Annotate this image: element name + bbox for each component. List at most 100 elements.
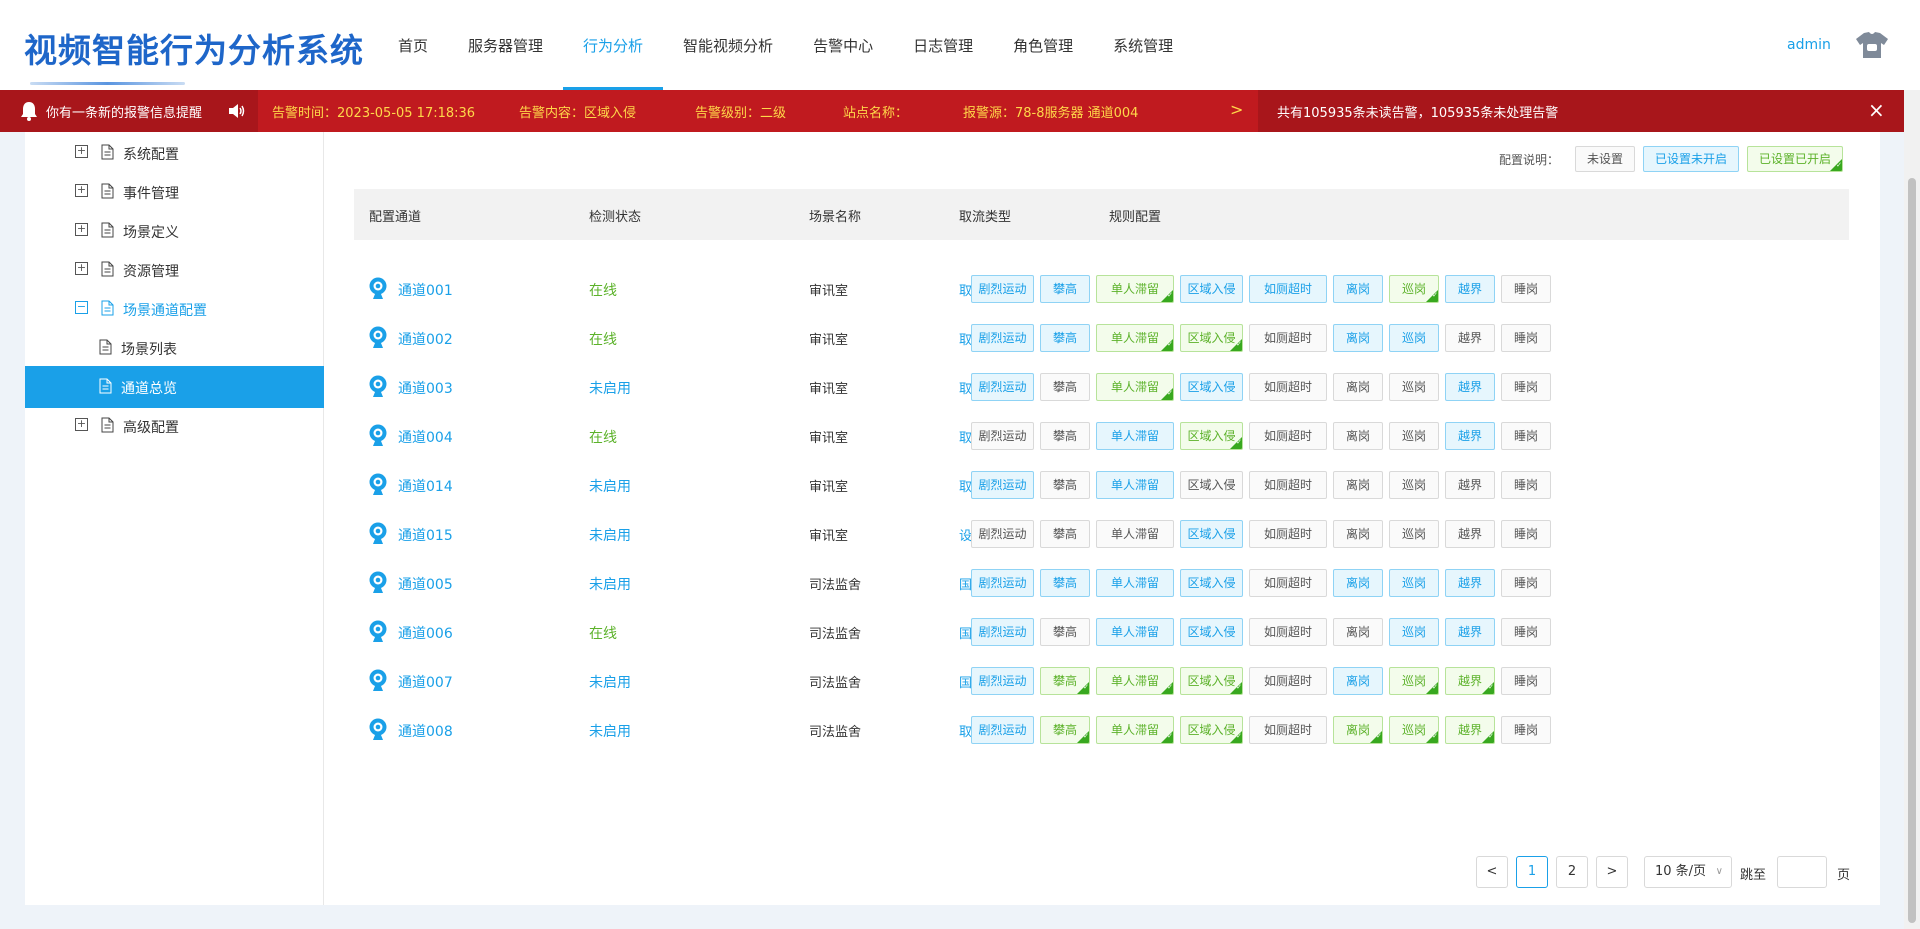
- rule-tag-toilet-timeout[interactable]: 如厕超时: [1249, 618, 1327, 646]
- speaker-icon[interactable]: [228, 103, 246, 119]
- rule-tag-patrol[interactable]: 巡岗: [1389, 373, 1439, 401]
- rule-tag-climbing[interactable]: 攀高: [1040, 471, 1090, 499]
- page-size-select[interactable]: 10 条/页 ∨: [1644, 856, 1732, 888]
- rule-tag-patrol[interactable]: 巡岗: [1389, 569, 1439, 597]
- nav-item-behavior-analysis[interactable]: 行为分析: [563, 0, 664, 90]
- alarm-detail-panel[interactable]: 告警时间：2023-05-05 17:18:36 告警内容：区域入侵 告警级别：…: [258, 90, 1258, 132]
- rule-tag-single-stay[interactable]: 单人滞留: [1096, 373, 1174, 401]
- rule-tag-boundary-crossing[interactable]: 越界: [1445, 716, 1495, 744]
- channel-name-link[interactable]: 通道003: [398, 378, 453, 398]
- rule-tag-strenuous-motion[interactable]: 剧烈运动: [971, 471, 1034, 499]
- page-button-2[interactable]: 2: [1556, 856, 1588, 888]
- rule-tag-patrol[interactable]: 巡岗: [1389, 667, 1439, 695]
- rule-tag-sleeping-on-duty[interactable]: 睡岗: [1501, 275, 1551, 303]
- rule-tag-boundary-crossing[interactable]: 越界: [1445, 520, 1495, 548]
- rule-tag-area-intrusion[interactable]: 区域入侵: [1180, 422, 1243, 450]
- nav-item-home[interactable]: 首页: [378, 0, 448, 90]
- channel-name-link[interactable]: 通道008: [398, 721, 453, 741]
- rule-tag-single-stay[interactable]: 单人滞留: [1096, 422, 1174, 450]
- rule-tag-single-stay[interactable]: 单人滞留: [1096, 471, 1174, 499]
- rule-tag-single-stay[interactable]: 单人滞留: [1096, 618, 1174, 646]
- jump-page-input[interactable]: [1777, 856, 1827, 888]
- rule-tag-strenuous-motion[interactable]: 剧烈运动: [971, 716, 1034, 744]
- rule-tag-single-stay[interactable]: 单人滞留: [1096, 569, 1174, 597]
- page-scrollbar-thumb[interactable]: [1908, 178, 1916, 923]
- alarm-close-icon[interactable]: ×: [1868, 98, 1885, 122]
- rule-tag-single-stay[interactable]: 单人滞留: [1096, 520, 1174, 548]
- channel-name-link[interactable]: 通道002: [398, 329, 453, 349]
- rule-tag-off-post[interactable]: 离岗: [1333, 618, 1383, 646]
- prev-page-button[interactable]: <: [1476, 856, 1508, 888]
- rule-tag-area-intrusion[interactable]: 区域入侵: [1180, 471, 1243, 499]
- collapse-icon[interactable]: −: [75, 301, 88, 314]
- nav-item-log-management[interactable]: 日志管理: [893, 0, 993, 90]
- rule-tag-off-post[interactable]: 离岗: [1333, 324, 1383, 352]
- rule-tag-boundary-crossing[interactable]: 越界: [1445, 569, 1495, 597]
- rule-tag-toilet-timeout[interactable]: 如厕超时: [1249, 373, 1327, 401]
- channel-name-link[interactable]: 通道015: [398, 525, 453, 545]
- rule-tag-strenuous-motion[interactable]: 剧烈运动: [971, 667, 1034, 695]
- rule-tag-strenuous-motion[interactable]: 剧烈运动: [971, 275, 1034, 303]
- rule-tag-strenuous-motion[interactable]: 剧烈运动: [971, 569, 1034, 597]
- sidebar-item-scene-channel-config[interactable]: − 场景通道配置: [25, 288, 324, 330]
- sidebar-item-resource-management[interactable]: + 资源管理: [25, 249, 324, 291]
- rule-tag-climbing[interactable]: 攀高: [1040, 520, 1090, 548]
- nav-item-system-management[interactable]: 系统管理: [1093, 0, 1193, 90]
- rule-tag-toilet-timeout[interactable]: 如厕超时: [1249, 275, 1327, 303]
- rule-tag-off-post[interactable]: 离岗: [1333, 667, 1383, 695]
- page-button-1[interactable]: 1: [1516, 856, 1548, 888]
- rule-tag-single-stay[interactable]: 单人滞留: [1096, 667, 1174, 695]
- sidebar-item-event-management[interactable]: + 事件管理: [25, 171, 324, 213]
- rule-tag-toilet-timeout[interactable]: 如厕超时: [1249, 422, 1327, 450]
- channel-name-link[interactable]: 通道004: [398, 427, 453, 447]
- channel-name-link[interactable]: 通道001: [398, 280, 453, 300]
- rule-tag-toilet-timeout[interactable]: 如厕超时: [1249, 667, 1327, 695]
- rule-tag-single-stay[interactable]: 单人滞留: [1096, 716, 1174, 744]
- rule-tag-patrol[interactable]: 巡岗: [1389, 471, 1439, 499]
- rule-tag-climbing[interactable]: 攀高: [1040, 275, 1090, 303]
- rule-tag-boundary-crossing[interactable]: 越界: [1445, 373, 1495, 401]
- rule-tag-single-stay[interactable]: 单人滞留: [1096, 275, 1174, 303]
- rule-tag-area-intrusion[interactable]: 区域入侵: [1180, 618, 1243, 646]
- rule-tag-strenuous-motion[interactable]: 剧烈运动: [971, 520, 1034, 548]
- channel-name-link[interactable]: 通道007: [398, 672, 453, 692]
- rule-tag-area-intrusion[interactable]: 区域入侵: [1180, 275, 1243, 303]
- rule-tag-off-post[interactable]: 离岗: [1333, 275, 1383, 303]
- rule-tag-off-post[interactable]: 离岗: [1333, 716, 1383, 744]
- rule-tag-boundary-crossing[interactable]: 越界: [1445, 422, 1495, 450]
- rule-tag-single-stay[interactable]: 单人滞留: [1096, 324, 1174, 352]
- rule-tag-off-post[interactable]: 离岗: [1333, 373, 1383, 401]
- user-avatar-icon[interactable]: [1855, 30, 1889, 60]
- nav-item-server-management[interactable]: 服务器管理: [448, 0, 563, 90]
- channel-name-link[interactable]: 通道014: [398, 476, 453, 496]
- rule-tag-toilet-timeout[interactable]: 如厕超时: [1249, 716, 1327, 744]
- rule-tag-patrol[interactable]: 巡岗: [1389, 275, 1439, 303]
- rule-tag-climbing[interactable]: 攀高: [1040, 373, 1090, 401]
- rule-tag-climbing[interactable]: 攀高: [1040, 618, 1090, 646]
- channel-name-link[interactable]: 通道005: [398, 574, 453, 594]
- rule-tag-climbing[interactable]: 攀高: [1040, 667, 1090, 695]
- rule-tag-sleeping-on-duty[interactable]: 睡岗: [1501, 667, 1551, 695]
- rule-tag-strenuous-motion[interactable]: 剧烈运动: [971, 324, 1034, 352]
- rule-tag-off-post[interactable]: 离岗: [1333, 520, 1383, 548]
- rule-tag-sleeping-on-duty[interactable]: 睡岗: [1501, 569, 1551, 597]
- rule-tag-boundary-crossing[interactable]: 越界: [1445, 618, 1495, 646]
- rule-tag-off-post[interactable]: 离岗: [1333, 422, 1383, 450]
- rule-tag-off-post[interactable]: 离岗: [1333, 471, 1383, 499]
- rule-tag-toilet-timeout[interactable]: 如厕超时: [1249, 569, 1327, 597]
- rule-tag-sleeping-on-duty[interactable]: 睡岗: [1501, 373, 1551, 401]
- rule-tag-boundary-crossing[interactable]: 越界: [1445, 324, 1495, 352]
- alarm-next-icon[interactable]: >: [1230, 100, 1243, 119]
- expand-icon[interactable]: +: [75, 184, 88, 197]
- expand-icon[interactable]: +: [75, 418, 88, 431]
- rule-tag-toilet-timeout[interactable]: 如厕超时: [1249, 324, 1327, 352]
- rule-tag-boundary-crossing[interactable]: 越界: [1445, 471, 1495, 499]
- rule-tag-off-post[interactable]: 离岗: [1333, 569, 1383, 597]
- rule-tag-toilet-timeout[interactable]: 如厕超时: [1249, 471, 1327, 499]
- expand-icon[interactable]: +: [75, 262, 88, 275]
- rule-tag-patrol[interactable]: 巡岗: [1389, 520, 1439, 548]
- expand-icon[interactable]: +: [75, 145, 88, 158]
- rule-tag-sleeping-on-duty[interactable]: 睡岗: [1501, 618, 1551, 646]
- sidebar-item-channel-overview[interactable]: 通道总览: [25, 366, 324, 408]
- rule-tag-strenuous-motion[interactable]: 剧烈运动: [971, 618, 1034, 646]
